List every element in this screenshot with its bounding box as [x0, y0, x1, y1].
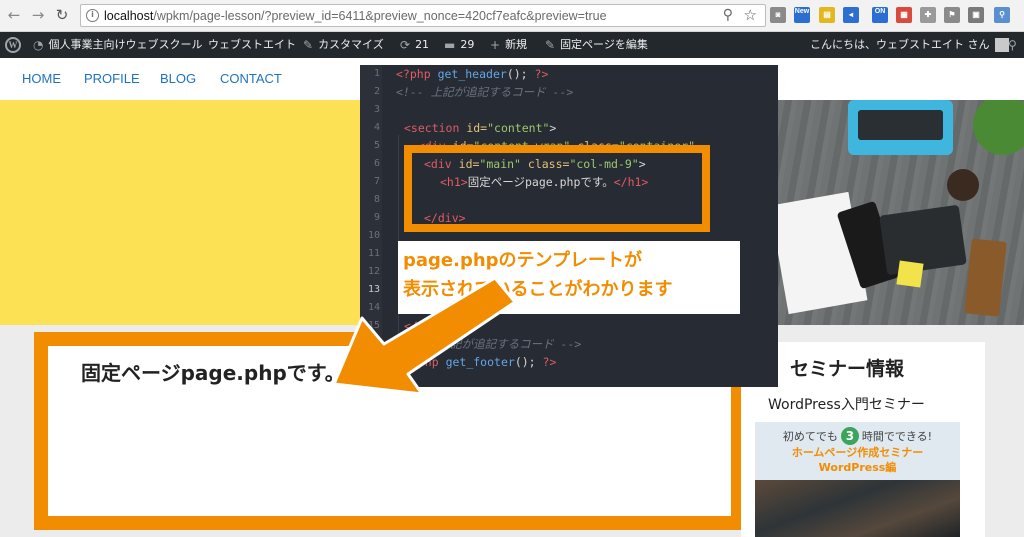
html-attr: id=: [466, 121, 488, 135]
line-number: 1: [373, 68, 380, 79]
banner-line-1-b: 時間でできる!: [861, 430, 933, 443]
site-name: 個人事業主向けウェブスクール: [48, 38, 203, 51]
plant-shape: [973, 100, 1024, 155]
sticky-note-shape: [896, 260, 924, 288]
edit-page-link[interactable]: ✎ 固定ページを編集: [545, 32, 648, 58]
line-number: 6: [373, 158, 380, 169]
code-punctuation: ();: [506, 67, 528, 81]
html-tag-end: >: [549, 121, 557, 135]
arrow-shape: [332, 276, 517, 396]
php-open-tag: <?php: [396, 67, 431, 81]
url-text[interactable]: localhost/wpkm/page-lesson/?preview_id=6…: [104, 8, 607, 24]
seminar-title: WordPress入門セミナー: [768, 397, 925, 413]
my-account-menu[interactable]: こんにちは、ウェブストエイト さん: [810, 32, 1009, 58]
on-extension-icon[interactable]: ON: [872, 7, 888, 23]
user-site-name: ウェブストエイト: [208, 38, 296, 51]
seminar-photo: [755, 480, 960, 537]
line-number: 9: [373, 212, 380, 223]
line-number: 11: [367, 248, 380, 259]
line-number: 4: [373, 122, 380, 133]
html-attr-value: "content": [487, 121, 550, 135]
search-extension-icon[interactable]: ⚲: [994, 7, 1010, 23]
seminar-banner[interactable]: 初めてでも 3 時間でできる! ホームページ作成セミナー WordPress編: [755, 422, 960, 537]
url-path: /wpkm/page-lesson/?preview_id=6411&previ…: [153, 9, 607, 23]
function-name: get_header: [437, 67, 507, 81]
user-site-menu[interactable]: ウェブストエイト: [208, 32, 296, 58]
comment-icon: ▬: [444, 38, 456, 52]
window-extension-icon[interactable]: ▣: [968, 7, 984, 23]
megaphone-extension-icon[interactable]: ◂: [843, 7, 859, 23]
line-number: 5: [373, 140, 380, 151]
customize-link[interactable]: ✎ カスタマイズ: [303, 32, 384, 58]
yellow-extension-icon[interactable]: ▤: [819, 7, 835, 23]
search-icon: ⚲: [1008, 38, 1017, 52]
updates-link[interactable]: ⟳ 21: [400, 32, 429, 58]
php-close-tag: ?>: [534, 67, 549, 81]
typewriter-keys-shape: [858, 110, 943, 140]
wp-admin-bar: W ◔ 個人事業主向けウェブスクール ウェブストエイト ✎ カスタマイズ ⟳ 21 ▬…: [0, 32, 1024, 58]
new-extension-icon[interactable]: New: [794, 7, 810, 23]
wp-logo-menu[interactable]: W: [5, 32, 21, 58]
camera-extension-icon[interactable]: ◙: [770, 7, 786, 23]
greeting-text: こんにちは、ウェブストエイト さん: [810, 38, 990, 51]
code-line-2: <!-- 上記が追記するコード -->: [396, 85, 574, 99]
banner-line-1: 初めてでも 3 時間でできる!: [755, 427, 960, 445]
tag-extension-icon[interactable]: ⚑: [944, 7, 960, 23]
admin-search[interactable]: ⚲: [1008, 32, 1022, 58]
nav-profile[interactable]: PROFILE: [84, 71, 140, 87]
wordpress-logo-icon: W: [5, 37, 21, 53]
calendar-extension-icon[interactable]: ▦: [896, 7, 912, 23]
html-tag: <section: [404, 121, 460, 135]
banner-line-3: WordPress編: [818, 461, 897, 474]
forward-arrow-icon[interactable]: →: [29, 6, 47, 24]
sidebar-title: セミナー情報: [790, 358, 905, 380]
comments-count: 29: [460, 38, 475, 51]
banner-number-badge: 3: [840, 427, 859, 445]
code-highlight-box: [404, 145, 710, 232]
line-number: 8: [373, 194, 380, 205]
line-number: 10: [367, 230, 380, 241]
nav-home[interactable]: HOME: [22, 71, 61, 87]
code-line-1: <?php get_header(); ?>: [396, 65, 548, 83]
address-bar[interactable]: i localhost/wpkm/page-lesson/?preview_id…: [80, 4, 766, 27]
desk-illustration: [778, 100, 1024, 317]
code-line-4: <section id="content">: [404, 119, 556, 137]
pencil-icon: ✎: [545, 38, 556, 52]
avatar: [994, 38, 1009, 52]
updates-icon: ⟳: [400, 38, 411, 52]
line-number: 3: [373, 104, 380, 115]
comments-link[interactable]: ▬ 29: [444, 32, 474, 58]
bookmark-star-icon[interactable]: ☆: [744, 6, 757, 24]
puzzle-extension-icon[interactable]: ✚: [920, 7, 936, 23]
new-content-menu[interactable]: + 新規: [490, 32, 527, 58]
dashboard-icon: ◔: [33, 38, 44, 52]
new-label: 新規: [505, 38, 528, 51]
updates-count: 21: [415, 38, 430, 51]
hero-desk-photo: [778, 100, 1024, 325]
plus-icon: +: [490, 38, 501, 52]
zoom-icon[interactable]: ⚲: [723, 7, 733, 23]
url-host: localhost: [104, 9, 154, 23]
banner-line-2: ホームページ作成セミナー: [791, 446, 924, 459]
notebook-shape: [964, 238, 1007, 317]
coffee-cup-shape: [947, 169, 979, 201]
brush-icon: ✎: [303, 38, 314, 52]
reload-icon[interactable]: ↻: [53, 6, 71, 24]
edit-page-label: 固定ページを編集: [560, 38, 648, 51]
customize-label: カスタマイズ: [318, 38, 384, 51]
annotation-arrow: [332, 276, 517, 396]
back-arrow-icon[interactable]: ←: [5, 6, 23, 24]
banner-line-1-a: 初めてでも: [782, 430, 838, 443]
browser-toolbar: ← → ↻ i localhost/wpkm/page-lesson/?prev…: [0, 0, 1024, 32]
site-name-menu[interactable]: ◔ 個人事業主向けウェブスクール: [33, 32, 202, 58]
nav-blog[interactable]: BLOG: [160, 71, 196, 87]
php-close-tag: ?>: [542, 355, 557, 369]
line-number: 2: [373, 86, 380, 97]
line-number: 7: [373, 176, 380, 187]
info-icon[interactable]: i: [86, 9, 99, 22]
nav-contact[interactable]: CONTACT: [220, 71, 282, 87]
